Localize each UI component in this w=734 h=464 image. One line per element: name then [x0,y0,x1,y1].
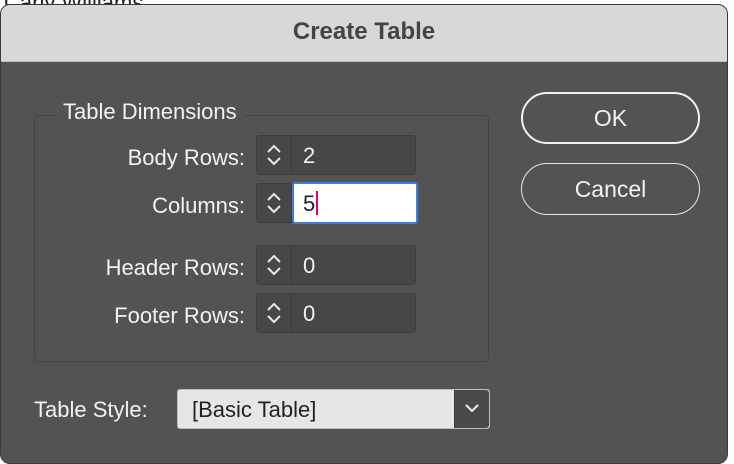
columns-value-wrap[interactable]: 5 [303,191,319,217]
body-rows-spin-button[interactable] [257,136,292,174]
body-rows-value[interactable]: 2 [303,143,315,169]
footer-rows-spin-button[interactable] [257,294,292,332]
columns-stepper[interactable]: 5 [256,182,418,224]
dialog-title: Create Table [1,5,727,62]
text-caret [316,191,319,216]
table-style-select[interactable]: [Basic Table] [177,389,490,429]
columns-value[interactable]: 5 [303,191,315,216]
create-table-dialog: Create Table Table Dimensions Body Rows:… [0,4,728,464]
body-rows-stepper[interactable]: 2 [256,135,416,175]
footer-rows-value[interactable]: 0 [303,301,315,327]
footer-rows-label: Footer Rows: [114,303,245,328]
up-down-chevron-icon [267,254,281,276]
up-down-chevron-icon [267,302,281,324]
footer-rows-stepper[interactable]: 0 [256,293,416,333]
header-rows-value[interactable]: 0 [303,253,315,279]
header-rows-stepper[interactable]: 0 [256,245,416,285]
table-style-label: Table Style: [34,397,148,422]
up-down-chevron-icon [267,192,281,214]
ok-button[interactable]: OK [521,92,700,144]
table-style-dropdown-button[interactable] [454,390,489,428]
header-rows-spin-button[interactable] [257,246,292,284]
table-dimensions-title: Table Dimensions [57,99,243,125]
columns-spin-button[interactable] [257,184,292,222]
table-style-value: [Basic Table] [192,397,317,422]
header-rows-label: Header Rows: [105,255,245,280]
body-rows-label: Body Rows: [127,145,245,170]
up-down-chevron-icon [267,144,281,166]
cancel-button[interactable]: Cancel [521,163,700,215]
columns-label: Columns: [152,193,245,218]
chevron-down-icon [465,404,479,413]
